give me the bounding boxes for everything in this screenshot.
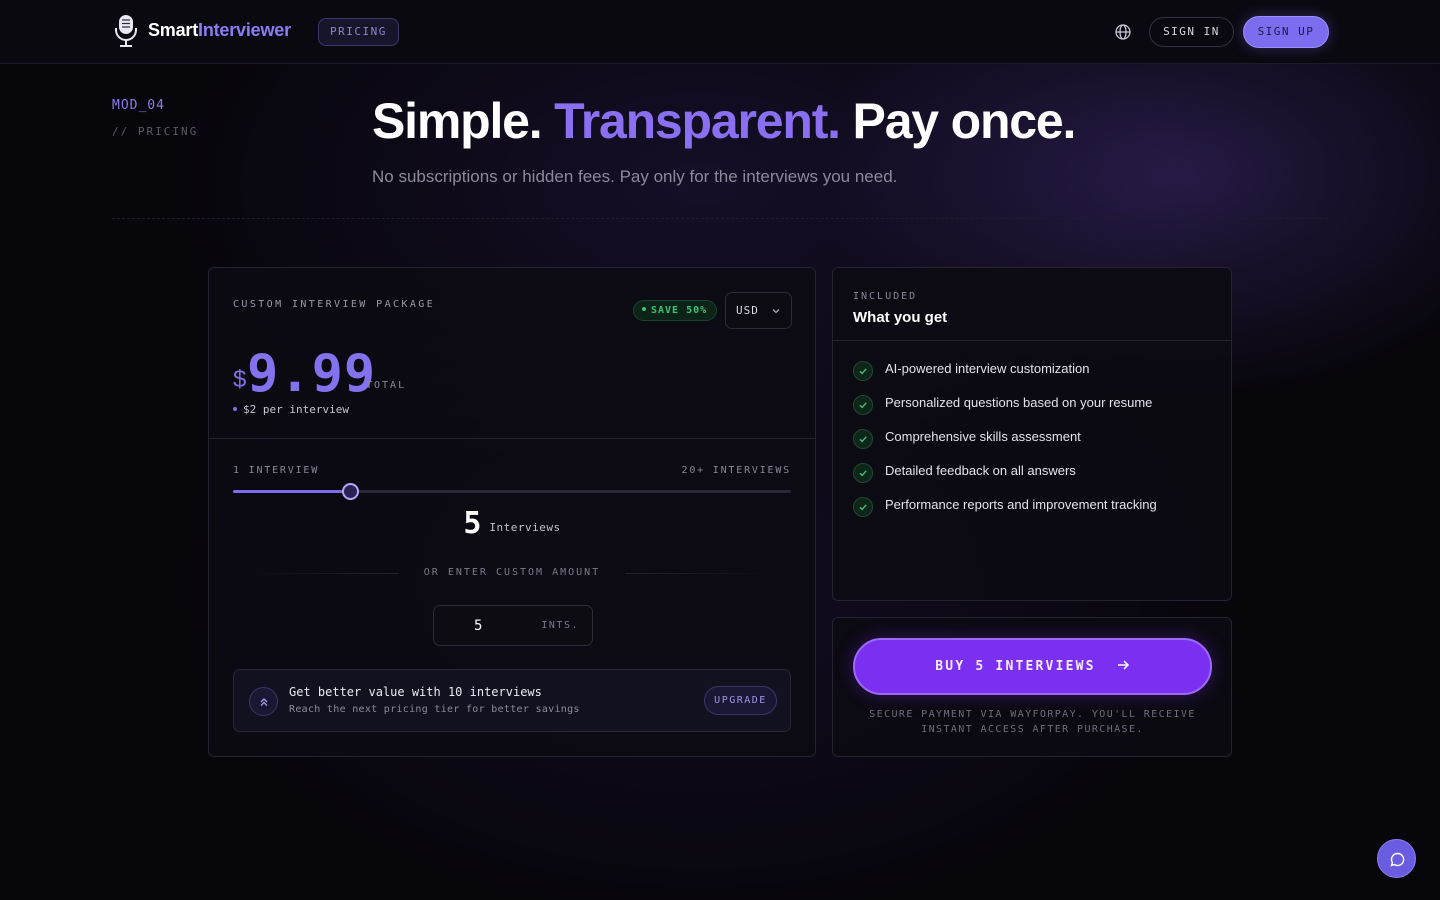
upsell-title: Get better value with 10 interviews	[289, 685, 542, 699]
upsell-subtitle: Reach the next pricing tier for better s…	[289, 704, 580, 715]
feature-text: Personalized questions based on your res…	[885, 395, 1153, 410]
package-divider	[209, 438, 815, 439]
feature-text: Performance reports and improvement trac…	[885, 497, 1157, 512]
feature-item: Comprehensive skills assessment	[853, 428, 1213, 462]
secure-payment-note: SECURE PAYMENT VIA WAYFORPAY. YOU'LL REC…	[869, 709, 1196, 735]
buy-button-label: BUY 5 INTERVIEWS	[935, 659, 1096, 674]
feature-list: AI-powered interview customization Person…	[853, 360, 1213, 530]
currency-select[interactable]: USD	[725, 292, 792, 329]
check-icon	[853, 361, 873, 381]
check-icon	[853, 395, 873, 415]
module-label: // PRICING	[112, 125, 199, 138]
custom-amount-field[interactable]: INTS.	[433, 605, 593, 646]
save-badge: SAVE 50%	[633, 300, 718, 321]
save-badge-text: SAVE 50%	[651, 305, 708, 316]
included-divider	[833, 340, 1231, 341]
feature-text: Detailed feedback on all answers	[885, 463, 1076, 478]
check-icon	[853, 463, 873, 483]
arrow-right-icon	[1117, 660, 1129, 670]
range-min-label: 1 INTERVIEW	[233, 465, 320, 476]
check-icon	[853, 497, 873, 517]
chat-button[interactable]	[1377, 839, 1416, 878]
page-subtitle: No subscriptions or hidden fees. Pay onl…	[372, 167, 898, 186]
currency-value: USD	[736, 304, 759, 317]
or-label: OR ENTER CUSTOM AMOUNT	[423, 567, 601, 578]
included-card: INCLUDED What you get AI-powered intervi…	[832, 267, 1232, 601]
brand-secondary: Interviewer	[198, 20, 291, 40]
nav-pricing-link[interactable]: PRICING	[318, 18, 399, 46]
microphone-icon[interactable]	[114, 14, 138, 48]
chevron-down-icon	[772, 309, 780, 314]
interview-count-value: 5	[463, 506, 482, 541]
interview-count-unit: Interviews	[489, 520, 561, 534]
hero-divider	[112, 218, 1328, 219]
included-title: What you get	[853, 309, 948, 326]
interview-count: 5 Interviews	[209, 506, 815, 541]
slider-fill	[233, 490, 351, 493]
custom-amount-input[interactable]	[474, 615, 534, 637]
range-max-label: 20+ INTERVIEWS	[681, 465, 791, 476]
check-icon	[853, 429, 873, 449]
price-suffix: TOTAL	[366, 380, 407, 391]
slider-thumb[interactable]	[342, 483, 360, 500]
package-card: CUSTOM INTERVIEW PACKAGE SAVE 50% USD $ …	[208, 267, 816, 757]
sign-in-button[interactable]: SIGN IN	[1149, 17, 1234, 47]
included-label: INCLUDED	[853, 291, 918, 302]
purchase-card: BUY 5 INTERVIEWS SECURE PAYMENT VIA WAYF…	[832, 617, 1232, 757]
feature-text: AI-powered interview customization	[885, 361, 1090, 376]
per-interview-text: $2 per interview	[243, 403, 349, 416]
globe-icon[interactable]	[1113, 22, 1133, 42]
price-currency-symbol: $	[233, 366, 247, 393]
title-part-2: Transparent.	[554, 93, 841, 149]
double-chevron-up-icon	[260, 698, 268, 706]
module-id: MOD_04	[112, 98, 165, 113]
page-title: Simple. Transparent. Pay once.	[372, 92, 1077, 150]
per-interview-price: $2 per interview	[233, 403, 349, 416]
title-part-1: Simple.	[372, 93, 543, 149]
upsell-banner: Get better value with 10 interviews Reac…	[233, 669, 791, 732]
interview-slider[interactable]	[233, 483, 791, 500]
feature-item: Personalized questions based on your res…	[853, 394, 1213, 428]
feature-item: AI-powered interview customization	[853, 360, 1213, 394]
brand-primary: Smart	[148, 20, 199, 40]
custom-amount-unit: INTS.	[541, 620, 579, 631]
sign-up-button[interactable]: SIGN UP	[1243, 16, 1329, 48]
package-label: CUSTOM INTERVIEW PACKAGE	[233, 299, 436, 310]
feature-text: Comprehensive skills assessment	[885, 429, 1081, 444]
chat-bubble-icon	[1390, 852, 1405, 867]
buy-button[interactable]: BUY 5 INTERVIEWS	[853, 638, 1212, 695]
upgrade-button[interactable]: UPGRADE	[704, 686, 777, 715]
upsell-icon-wrapper	[249, 687, 278, 716]
title-part-3: Pay once.	[852, 93, 1077, 149]
feature-item: Performance reports and improvement trac…	[853, 496, 1213, 530]
feature-item: Detailed feedback on all answers	[853, 462, 1213, 496]
top-navbar: SmartInterviewer PRICING SIGN IN SIGN UP	[0, 0, 1440, 64]
price-value: 9.99	[247, 344, 377, 404]
brand-name[interactable]: SmartInterviewer	[148, 20, 291, 41]
